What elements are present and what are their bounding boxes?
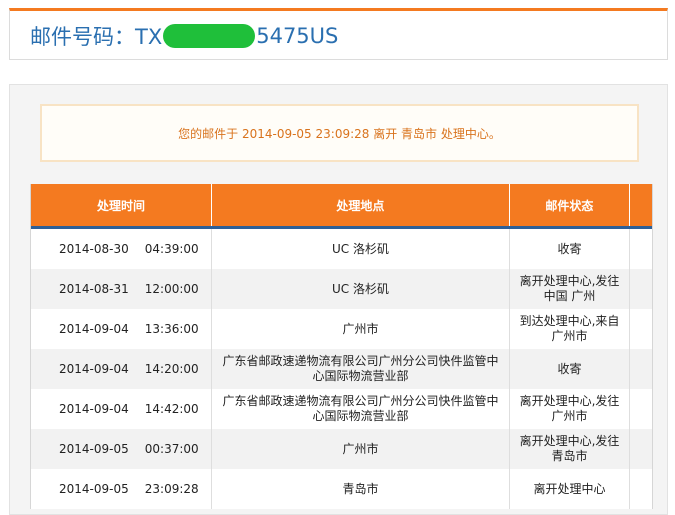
location-cell: UC 洛杉矶 <box>212 269 510 309</box>
time-cell: 2014-09-04 14:20:00 <box>31 349 212 389</box>
table-row: 2014-09-04 14:42:00 广东省邮政速递物流有限公司广州分公司快件监… <box>31 389 652 429</box>
date-text: 2014-09-05 <box>59 481 129 496</box>
title-suffix: 5475US <box>256 24 339 48</box>
tracking-header: 邮件号码：TX 5475US <box>9 8 668 60</box>
location-cell: 广东省邮政速递物流有限公司广州分公司快件监管中心国际物流营业部 <box>212 349 510 389</box>
date-text: 2014-09-05 <box>59 441 129 456</box>
location-cell: 广州市 <box>212 309 510 349</box>
status-cell: 离开处理中心,发往广州市 <box>510 389 630 429</box>
time-cell: 2014-08-31 12:00:00 <box>31 269 212 309</box>
status-notice: 您的邮件于 2014-09-05 23:09:28 离开 青岛市 处理中心。 <box>40 104 639 162</box>
spacer-cell <box>630 389 652 429</box>
status-cell: 离开处理中心,发往青岛市 <box>510 429 630 469</box>
time-text: 13:36:00 <box>144 321 199 336</box>
location-cell: 广东省邮政速递物流有限公司广州分公司快件监管中心国际物流营业部 <box>212 389 510 429</box>
spacer-cell <box>630 269 652 309</box>
time-text: 12:00:00 <box>144 281 199 296</box>
table-row: 2014-09-04 13:36:00 广州市 到达处理中心,来自广州市 <box>31 309 652 349</box>
status-cell: 收寄 <box>510 229 630 269</box>
table-row: 2014-09-05 00:37:00 广州市 离开处理中心,发往青岛市 <box>31 429 652 469</box>
time-text: 04:39:00 <box>144 241 199 256</box>
time-text: 14:20:00 <box>144 361 199 376</box>
table-row: 2014-09-05 23:09:28 青岛市 离开处理中心 <box>31 469 652 509</box>
spacer-cell <box>630 429 652 469</box>
time-cell: 2014-09-05 23:09:28 <box>31 469 212 509</box>
location-cell: UC 洛杉矶 <box>212 229 510 269</box>
date-text: 2014-08-31 <box>59 281 129 296</box>
status-cell: 离开处理中心 <box>510 469 630 509</box>
table-header: 处理时间 处理地点 邮件状态 <box>31 184 652 229</box>
location-cell: 广州市 <box>212 429 510 469</box>
column-header-status: 邮件状态 <box>510 184 631 226</box>
table-row: 2014-08-30 04:39:00 UC 洛杉矶 收寄 <box>31 229 652 269</box>
time-cell: 2014-09-05 00:37:00 <box>31 429 212 469</box>
time-cell: 2014-09-04 13:36:00 <box>31 309 212 349</box>
spacer-cell <box>630 309 652 349</box>
redaction-mask <box>163 24 256 48</box>
date-text: 2014-09-04 <box>59 401 129 416</box>
status-cell: 离开处理中心,发往中国 广州 <box>510 269 630 309</box>
date-text: 2014-09-04 <box>59 361 129 376</box>
spacer-cell <box>630 349 652 389</box>
time-cell: 2014-09-04 14:42:00 <box>31 389 212 429</box>
status-cell: 收寄 <box>510 349 630 389</box>
notice-text: 您的邮件于 2014-09-05 23:09:28 离开 青岛市 处理中心。 <box>178 126 501 141</box>
table-row: 2014-09-04 14:20:00 广东省邮政速递物流有限公司广州分公司快件监… <box>31 349 652 389</box>
tracking-number-title: 邮件号码：TX 5475US <box>30 22 338 50</box>
column-header-time: 处理时间 <box>31 184 213 226</box>
title-prefix: 邮件号码：TX <box>30 25 163 49</box>
table-row: 2014-08-31 12:00:00 UC 洛杉矶 离开处理中心,发往中国 广州 <box>31 269 652 309</box>
location-cell: 青岛市 <box>212 469 510 509</box>
time-text: 23:09:28 <box>144 481 199 496</box>
column-header-location: 处理地点 <box>212 184 510 226</box>
tracking-table: 处理时间 处理地点 邮件状态 2014-08-30 04:39:00 UC 洛杉矶… <box>30 184 653 509</box>
status-cell: 到达处理中心,来自广州市 <box>510 309 630 349</box>
time-text: 14:42:00 <box>144 401 199 416</box>
date-text: 2014-09-04 <box>59 321 129 336</box>
time-cell: 2014-08-30 04:39:00 <box>31 229 212 269</box>
date-text: 2014-08-30 <box>59 241 129 256</box>
time-text: 00:37:00 <box>144 441 199 456</box>
spacer-cell <box>630 469 652 509</box>
column-header-spacer <box>630 184 652 226</box>
spacer-cell <box>630 229 652 269</box>
